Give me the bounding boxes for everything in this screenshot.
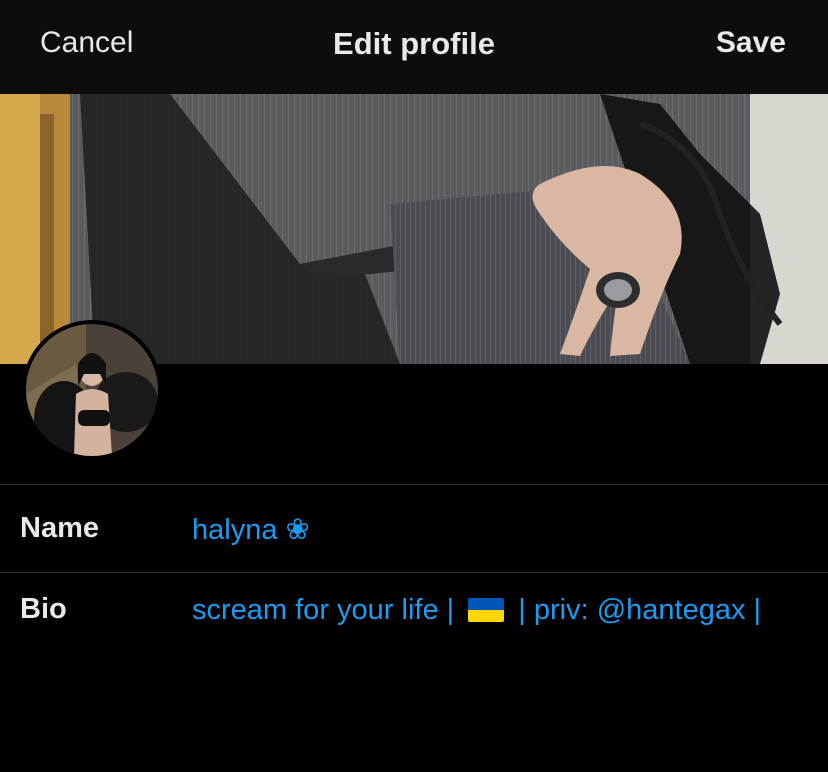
navigation-bar: Cancel Edit profile Save [0,0,828,94]
bio-text-part: scream for your life | [192,594,463,626]
profile-avatar[interactable] [22,320,162,460]
name-label: Name [20,512,99,544]
divider [0,484,828,485]
page-title: Edit profile [333,26,495,61]
avatar-photo [26,324,158,456]
ukraine-flag-icon [468,598,505,622]
divider [0,572,828,573]
banner-photo [0,94,828,364]
header-banner-image[interactable] [0,94,828,364]
bio-label: Bio [20,593,67,625]
name-input[interactable]: halyna ❀ [192,512,310,547]
bio-text-part: | priv: @hantegax | [510,594,762,626]
save-button[interactable]: Save [716,26,786,60]
bio-input[interactable]: scream for your life | | priv: @hantegax… [192,594,761,627]
